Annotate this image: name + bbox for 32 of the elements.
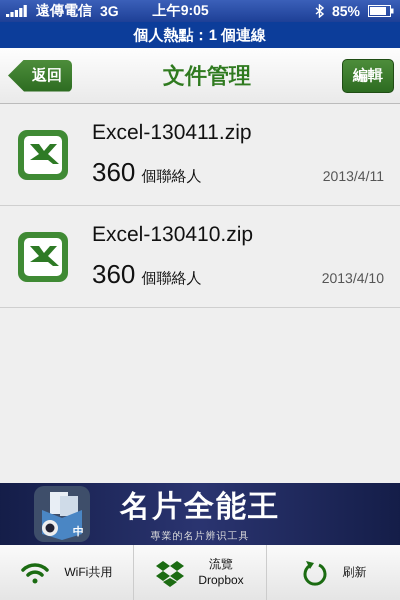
ad-subtitle: 專業的名片辨识工具 (150, 530, 250, 542)
contact-count: 360 (92, 157, 136, 188)
file-name[interactable]: Excel-130410.zip (92, 223, 384, 247)
battery-icon (368, 5, 394, 17)
dropbox-icon (156, 558, 184, 586)
ad-banner[interactable]: 中 名片全能王 專業的名片辨识工具 (0, 483, 400, 545)
toolbar-button[interactable]: WiFi共用 (0, 545, 133, 600)
hotspot-banner[interactable]: 個人熱點：1 個連線 (0, 22, 400, 48)
bluetooth-icon (314, 4, 324, 18)
network-type: 3G (100, 3, 119, 19)
ad-title: 名片全能王 (120, 488, 280, 524)
status-time: 上午9:05 (152, 2, 209, 20)
contact-label: 個聯絡人 (141, 269, 202, 288)
badge-label: 中 (73, 524, 84, 539)
back-button[interactable]: 返回 (8, 60, 72, 92)
spreadsheet-icon (16, 128, 70, 182)
carrier-name: 遠傳電信 (36, 2, 92, 20)
spreadsheet-icon (16, 230, 70, 284)
app-icon (34, 486, 90, 542)
signal-icon (6, 5, 28, 17)
file-name[interactable]: Excel-130411.zip (92, 121, 384, 145)
toolbar-button[interactable]: 刷新 (266, 545, 400, 600)
refresh-icon (300, 558, 329, 586)
toolbar-button[interactable]: 流覽 Dropbox (132, 545, 266, 600)
contact-label: 個聯絡人 (141, 167, 202, 186)
contact-count: 360 (92, 259, 136, 290)
battery-percent: 85% (332, 3, 360, 19)
file-date: 2013/4/11 (322, 168, 384, 184)
edit-button[interactable]: 編輯 (342, 58, 394, 92)
file-date: 2013/4/10 (322, 270, 384, 286)
wifi-icon (20, 560, 50, 584)
page-title: 文件管理 (163, 62, 251, 90)
